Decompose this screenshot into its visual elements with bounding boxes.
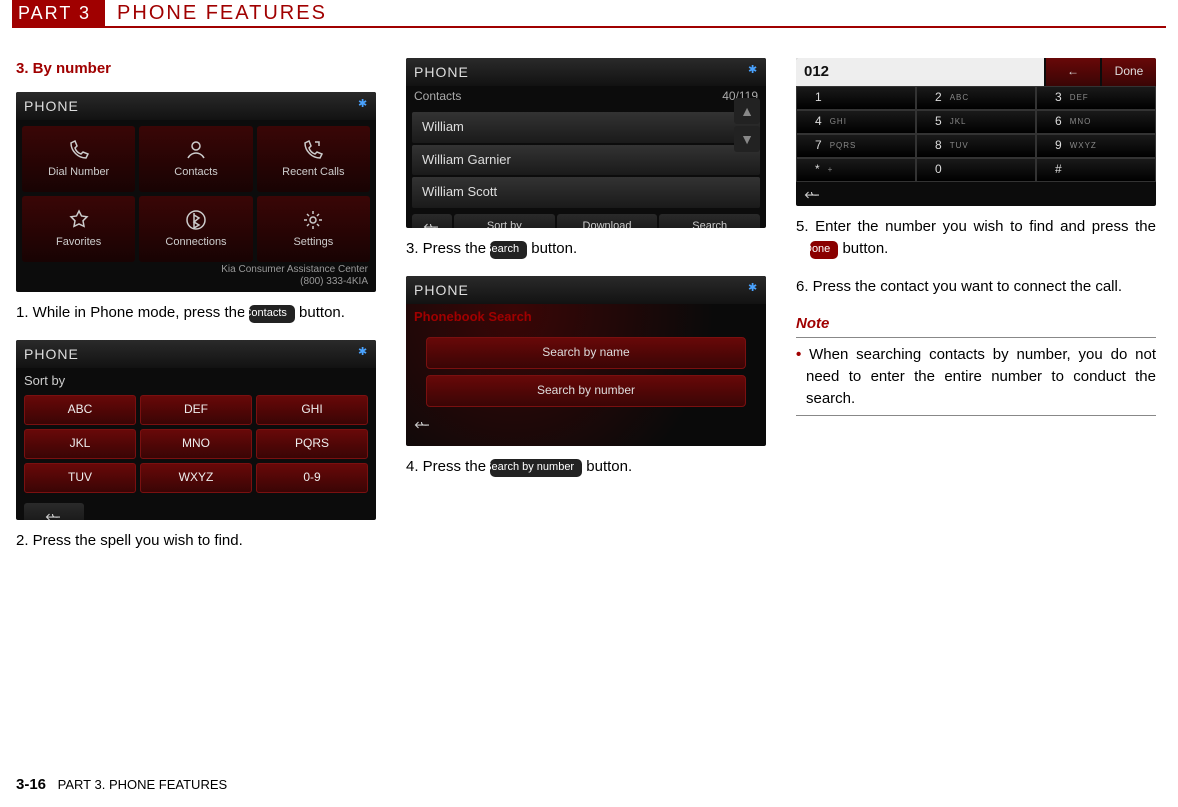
number-display: 012 [796,58,1044,86]
pbsearch-titlebar: PHONE [406,276,766,304]
bluetooth-icon [748,65,758,79]
back-arrow-icon [414,419,432,431]
sortby-button[interactable]: Sort by [454,214,555,228]
contact-item[interactable]: William Scott [412,177,760,208]
phone-cell-recent[interactable]: Recent Calls [257,126,370,192]
search-button[interactable]: Search [659,214,760,228]
download-button[interactable]: Download [557,214,658,228]
key-2[interactable]: 2ABC [916,86,1036,110]
pbsearch-subtitle: Phonebook Search [406,304,766,331]
screenshot-numpad: 012 ← Done 1 2ABC 3DEF 4GHI 5JKL 6MNO 7P… [796,58,1156,206]
done-pill: Done [810,241,838,259]
screenshot-contacts-list: PHONE Contacts 40/119 William William Ga… [406,58,766,228]
star-icon [67,208,91,232]
step-2: 2. Press the spell you wish to find. [30,530,376,552]
step-6: 6. Press the contact you want to connect… [810,276,1156,298]
screenshot-phonebook-search: PHONE Phonebook Search Search by name Se… [406,276,766,446]
contacts-icon [184,138,208,162]
bluetooth-icon [358,347,368,361]
contact-item[interactable]: William [412,112,760,143]
phone-cell-dial[interactable]: Dial Number [22,126,135,192]
key-3[interactable]: 3DEF [1036,86,1156,110]
key-1[interactable]: 1 [796,86,916,110]
key-0[interactable]: 0 [916,158,1036,182]
key-5[interactable]: 5JKL [916,110,1036,134]
sort-tuv[interactable]: TUV [24,463,136,493]
bluetooth-icon [358,99,368,113]
column-3: 012 ← Done 1 2ABC 3DEF 4GHI 5JKL 6MNO 7P… [796,58,1156,567]
sortby-subtitle: Sort by [16,368,376,395]
phone-icon [67,138,91,162]
sort-09[interactable]: 0-9 [256,463,368,493]
scroll-down-button[interactable]: ▼ [734,126,760,152]
recent-icon [301,138,325,162]
page-footer: 3-16 PART 3. PHONE FEATURES [16,776,227,793]
sort-abc[interactable]: ABC [24,395,136,425]
contacts-subtitle: Contacts [414,88,461,105]
page-number: 3-16 [16,776,46,793]
key-star[interactable]: *+ [796,158,916,182]
note-label: Note [796,313,1156,338]
note-body: • When searching contacts by number, you… [796,338,1156,416]
column-2: PHONE Contacts 40/119 William William Ga… [406,58,766,567]
key-4[interactable]: 4GHI [796,110,916,134]
key-9[interactable]: 9WXYZ [1036,134,1156,158]
screenshot-phone-home: PHONE Dial Number Contacts Recent Calls … [16,92,376,292]
step-4: 4. Press the Search by number button. [420,456,766,478]
phone-title: PHONE [24,96,79,116]
section-heading: 3. By number [16,58,376,80]
back-button[interactable] [804,186,1148,206]
key-hash[interactable]: # [1036,158,1156,182]
back-arrow-icon [423,221,441,228]
scroll-up-button[interactable]: ▲ [734,98,760,124]
keypad: 1 2ABC 3DEF 4GHI 5JKL 6MNO 7PQRS 8TUV 9W… [796,86,1156,182]
footer-text: PART 3. PHONE FEATURES [58,777,228,792]
search-by-name-button[interactable]: Search by name [426,337,746,369]
search-by-number-button[interactable]: Search by number [426,375,746,407]
back-button[interactable] [24,503,84,520]
phone-cell-contacts[interactable]: Contacts [139,126,252,192]
sort-wxyz[interactable]: WXYZ [140,463,252,493]
sortby-titlebar: PHONE [16,340,376,368]
contact-item[interactable]: William Garnier [412,145,760,176]
back-arrow-icon [45,511,63,520]
back-button[interactable] [412,214,452,228]
back-button[interactable] [414,416,432,438]
bluetooth-icon [748,283,758,297]
back-arrow-icon [804,189,822,201]
phone-titlebar: PHONE [16,92,376,120]
phone-cell-favorites[interactable]: Favorites [22,196,135,262]
key-7[interactable]: 7PQRS [796,134,916,158]
contacts-titlebar: PHONE [406,58,766,86]
contacts-pill: Contacts [249,305,294,323]
sort-def[interactable]: DEF [140,395,252,425]
search-by-number-pill: Search by number [490,459,582,477]
phone-cell-settings[interactable]: Settings [257,196,370,262]
sort-ghi[interactable]: GHI [256,395,368,425]
column-1: 3. By number PHONE Dial Number Contacts … [16,58,376,567]
content-columns: 3. By number PHONE Dial Number Contacts … [0,28,1178,567]
phone-cell-connections[interactable]: Connections [139,196,252,262]
sort-pqrs[interactable]: PQRS [256,429,368,459]
step-5: 5. Enter the number you wish to find and… [810,216,1156,260]
bluetooth-circle-icon [184,208,208,232]
page-header: PART 3 PHONE FEATURES [12,0,1166,28]
sort-jkl[interactable]: JKL [24,429,136,459]
step-3: 3. Press the Search button. [420,238,766,260]
part-title: PHONE FEATURES [105,2,327,25]
phone-footer-text: Kia Consumer Assistance Center (800) 333… [16,264,376,292]
part-label: PART 3 [12,0,105,26]
bullet-icon: • [796,346,809,363]
key-8[interactable]: 8TUV [916,134,1036,158]
screenshot-sortby: PHONE Sort by ABCDEFGHI JKLMNOPQRS TUVWX… [16,340,376,520]
search-pill: Search [490,241,527,259]
gear-icon [301,208,325,232]
key-6[interactable]: 6MNO [1036,110,1156,134]
backspace-button[interactable]: ← [1046,58,1100,86]
step-1: 1. While in Phone mode, press the Contac… [30,302,376,324]
done-button[interactable]: Done [1102,58,1156,86]
sort-mno[interactable]: MNO [140,429,252,459]
